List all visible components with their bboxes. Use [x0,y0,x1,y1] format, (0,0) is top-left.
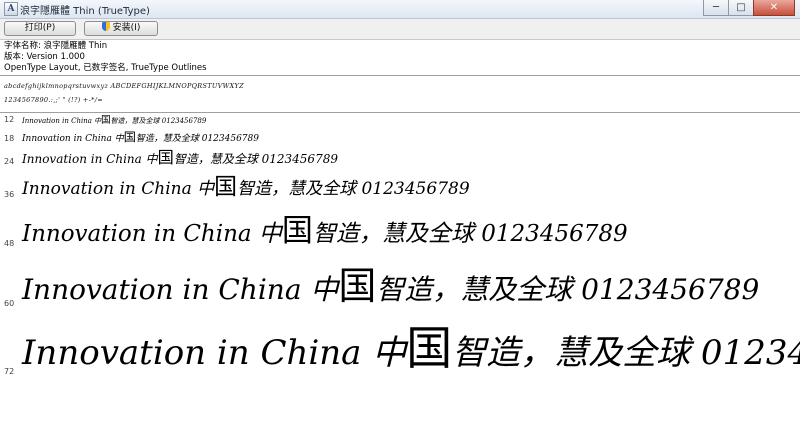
sample-suffix: 智造，慧及全球 0123456789 [452,333,800,373]
sample-prefix: Innovation in China 中 [22,134,124,144]
maximize-button[interactable]: □ [728,0,754,16]
sample-big-char: 国 [101,115,111,126]
title-bar[interactable]: A 浪字隱雁體 Thin (TrueType) ─ □ ✕ [0,0,800,19]
sample-size-label: 48 [4,239,15,248]
sample-row: 48 Innovation in China 中国智造，慧及全球 01234567… [0,212,800,250]
charset-alphabet: abcdefghijklmnopqrstuvwxyz ABCDEFGHIJKLM… [4,82,244,90]
sample-size-label: 24 [4,157,15,166]
toolbar: 打印(P) 安装(I) [0,19,800,40]
sample-text: Innovation in China 中国智造，慧及全球 0123456789 [22,144,338,168]
sample-big-char: 国 [157,148,174,167]
shield-icon [101,22,110,31]
install-button[interactable]: 安装(I) [84,21,158,36]
sample-text: Innovation in China 中国智造，慧及全球 0123456789 [22,312,800,378]
close-button[interactable]: ✕ [753,0,795,16]
install-button-label: 安装(I) [112,23,141,33]
font-version-line: 版本: Version 1.000 [4,52,85,62]
separator-line [0,75,800,76]
sample-size-label: 18 [4,134,15,143]
font-info: 字体名称: 浪字隱雁體 Thin 版本: Version 1.000 OpenT… [4,41,207,74]
sample-row: 18 Innovation in China 中国智造，慧及全球 01234567… [0,127,800,145]
sample-row: 12 Innovation in China 中国智造，慧及全球 01234567… [0,114,800,126]
sample-suffix: 智造，慧及全球 0123456789 [376,273,760,306]
sample-size-label: 12 [4,115,15,124]
sample-prefix: Innovation in China 中 [22,179,215,199]
sample-text: Innovation in China 中国智造，慧及全球 0123456789 [22,205,628,250]
sample-row: 36 Innovation in China 中国智造，慧及全球 01234567… [0,174,800,201]
sample-size-label: 60 [4,299,15,308]
sample-suffix: 智造，慧及全球 0123456789 [312,221,628,247]
sample-prefix: Innovation in China 中 [22,221,282,247]
sample-row: 24 Innovation in China 中国智造，慧及全球 01234567… [0,148,800,168]
charset-numbers-symbols: 1234567890.:,;' " (!?) +-*/= [4,96,103,104]
window-controls: ─ □ ✕ [703,0,795,18]
sample-big-char: 国 [338,264,377,308]
window-title: 浪字隱雁體 Thin (TrueType) [20,6,150,17]
sample-text: Innovation in China 中国智造，慧及全球 0123456789 [22,128,259,145]
font-viewer-app-icon: A [4,2,18,16]
sample-text: Innovation in China 中国智造，慧及全球 0123456789 [22,112,206,126]
sample-suffix: 智造，慧及全球 0123456789 [173,152,338,166]
sample-text: Innovation in China 中国智造，慧及全球 0123456789 [22,167,470,201]
font-name-line: 字体名称: 浪字隱雁體 Thin [4,41,108,51]
minimize-button[interactable]: ─ [703,0,729,16]
sample-suffix: 智造，慧及全球 0123456789 [135,134,259,144]
sample-big-char: 国 [281,213,313,249]
font-features-line: OpenType Layout, 已数字签名, TrueType Outline… [4,63,207,73]
sample-size-label: 36 [4,190,15,199]
sample-prefix: Innovation in China 中 [22,333,407,373]
sample-big-char: 国 [214,174,238,200]
sample-big-char: 国 [123,130,136,144]
sample-big-char: 国 [406,321,453,375]
sample-suffix: 智造，慧及全球 0123456789 [110,117,207,125]
sample-row: 60 Innovation in China 中国智造，慧及全球 01234567… [0,262,800,310]
sample-prefix: Innovation in China 中 [22,117,102,125]
sample-text: Innovation in China 中国智造，慧及全球 0123456789 [22,255,759,310]
sample-suffix: 智造，慧及全球 0123456789 [237,179,470,199]
sample-prefix: Innovation in China 中 [22,152,158,166]
print-button[interactable]: 打印(P) [4,21,76,36]
sample-size-label: 72 [4,367,15,376]
sample-prefix: Innovation in China 中 [22,273,339,306]
sample-row: 72 Innovation in China 中国智造，慧及全球 01234567… [0,321,800,378]
print-button-label: 打印(P) [24,23,56,33]
